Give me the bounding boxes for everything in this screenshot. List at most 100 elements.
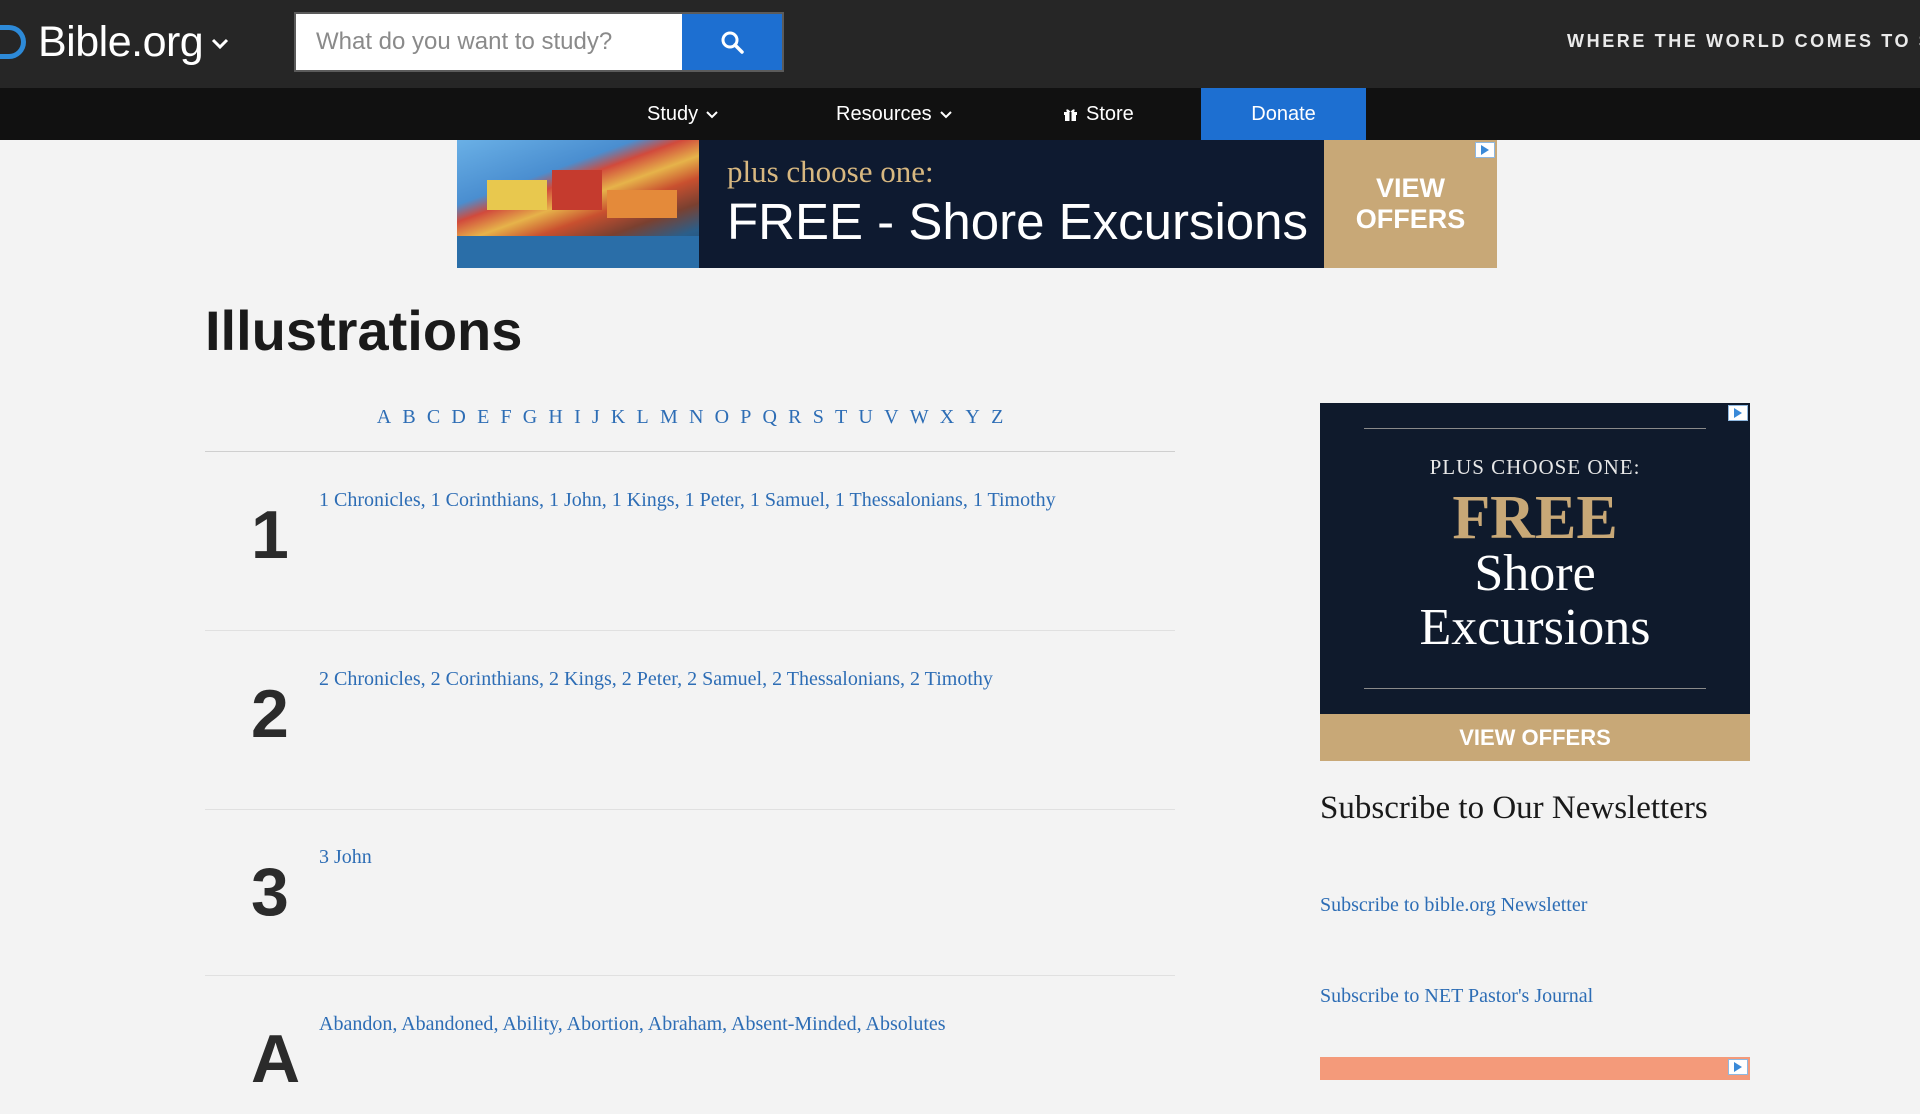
nav-item-label: Store (1086, 102, 1134, 125)
topic-link[interactable]: 1 Timothy (973, 489, 1056, 511)
topic-link[interactable]: 2 Corinthians (431, 668, 539, 690)
section-heading: 1 (251, 497, 289, 573)
topic-link[interactable]: 1 Peter (685, 489, 740, 511)
donate-button[interactable]: Donate (1201, 88, 1366, 140)
alphabet-index: ABCDEFGHIJKLMNOPQRSTUVWXYZ (205, 406, 1175, 452)
alphabet-letter-x[interactable]: X (934, 406, 960, 451)
alphabet-letter-a[interactable]: A (371, 406, 397, 451)
topic-link[interactable]: 1 Corinthians (431, 489, 539, 511)
logo-text: Bible.org (38, 17, 204, 66)
nav-item-label: Resources (836, 102, 932, 125)
adchoices-icon[interactable] (1475, 142, 1495, 158)
tagline: WHERE THE WORLD COMES TO ST (1567, 31, 1920, 51)
topic-link[interactable]: 3 John (319, 846, 372, 868)
nav-item-study[interactable]: Study (647, 88, 718, 140)
sidebar-ad-line1: PLUS CHOOSE ONE: (1429, 455, 1641, 479)
index-section-3: 3 3 John (205, 827, 1175, 976)
ad-subtitle: plus choose one: (727, 154, 934, 189)
alphabet-letter-p[interactable]: P (735, 406, 757, 451)
subscribe-net-pastors-link[interactable]: Subscribe to NET Pastor's Journal (1320, 985, 1593, 1008)
search-input[interactable] (296, 14, 682, 70)
index-section-a: A Abandon, Abandoned, Ability, Abortion,… (205, 994, 1175, 1114)
sidebar-ad-body: Shore Excursions (1320, 547, 1750, 655)
section-links: 2 Chronicles, 2 Corinthians, 2 Kings, 2 … (319, 668, 993, 690)
alphabet-letter-t[interactable]: T (829, 406, 852, 451)
ad-cta-line2: OFFERS (1355, 204, 1466, 234)
subscribe-bible-org-link[interactable]: Subscribe to bible.org Newsletter (1320, 894, 1587, 917)
alphabet-letter-n[interactable]: N (683, 406, 709, 451)
search-icon (721, 31, 744, 54)
logo-mark-icon (0, 25, 26, 59)
nav-item-label: Study (647, 102, 699, 125)
topic-link[interactable]: 1 Samuel (750, 489, 825, 511)
topic-link[interactable]: Absolutes (866, 1013, 946, 1035)
alphabet-letter-q[interactable]: Q (757, 406, 783, 451)
alphabet-letter-w[interactable]: W (904, 406, 934, 451)
alphabet-letter-o[interactable]: O (709, 406, 735, 451)
top-bar: Bible.org WHERE THE WORLD COMES TO ST (0, 0, 1920, 88)
site-logo[interactable]: Bible.org (0, 14, 229, 70)
topic-link[interactable]: 2 Kings (549, 668, 612, 690)
alphabet-letter-l[interactable]: L (631, 406, 654, 451)
chevron-down-icon (939, 107, 952, 122)
alphabet-letter-m[interactable]: M (654, 406, 683, 451)
section-heading: A (251, 1021, 301, 1097)
alphabet-letter-z[interactable]: Z (985, 406, 1008, 451)
index-section-1: 1 1 Chronicles, 1 Corinthians, 1 John, 1… (205, 470, 1175, 631)
topic-link[interactable]: 2 Chronicles (319, 668, 421, 690)
gift-icon (1063, 107, 1078, 122)
sidebar-ad-2[interactable] (1320, 1057, 1750, 1080)
alphabet-letter-u[interactable]: U (853, 406, 879, 451)
index-section-2: 2 2 Chronicles, 2 Corinthians, 2 Kings, … (205, 649, 1175, 810)
section-links: 1 Chronicles, 1 Corinthians, 1 John, 1 K… (319, 489, 1056, 511)
topic-link[interactable]: Abraham (648, 1013, 722, 1035)
search-box (294, 12, 784, 72)
alphabet-letter-y[interactable]: Y (960, 406, 986, 451)
alphabet-letter-f[interactable]: F (495, 406, 517, 451)
alphabet-letter-i[interactable]: I (568, 406, 586, 451)
ad-photo (457, 140, 699, 268)
alphabet-letter-v[interactable]: V (878, 406, 904, 451)
section-heading: 2 (251, 676, 289, 752)
sidebar-ad[interactable]: PLUS CHOOSE ONE: FREE Shore Excursions V… (1320, 403, 1750, 761)
sidebar-ad-view-offers-button[interactable]: VIEW OFFERS (1320, 714, 1750, 761)
ad-view-offers-button[interactable]: VIEW OFFERS (1324, 140, 1497, 268)
adchoices-icon[interactable] (1728, 405, 1748, 421)
topic-link[interactable]: 1 Kings (612, 489, 675, 511)
alphabet-letter-b[interactable]: B (397, 406, 422, 451)
alphabet-letter-j[interactable]: J (586, 406, 605, 451)
alphabet-letter-h[interactable]: H (543, 406, 569, 451)
alphabet-letter-g[interactable]: G (517, 406, 543, 451)
adchoices-icon[interactable] (1728, 1059, 1748, 1075)
topic-link[interactable]: 1 Thessalonians (835, 489, 963, 511)
banner-ad[interactable]: plus choose one: FREE - Shore Excursions… (457, 140, 1497, 268)
topic-link[interactable]: 2 Timothy (910, 668, 993, 690)
topic-link[interactable]: Abandon (319, 1013, 392, 1035)
alphabet-letter-s[interactable]: S (807, 406, 829, 451)
main-nav: Study Resources Store Donate (0, 88, 1920, 140)
nav-item-resources[interactable]: Resources (836, 88, 952, 140)
alphabet-letter-k[interactable]: K (605, 406, 631, 451)
subscribe-heading: Subscribe to Our Newsletters (1320, 790, 1708, 826)
chevron-down-icon (706, 107, 718, 122)
section-heading: 3 (251, 854, 289, 930)
topic-link[interactable]: 2 Thessalonians (772, 668, 900, 690)
topic-link[interactable]: 1 John (549, 489, 602, 511)
alphabet-letter-r[interactable]: R (783, 406, 808, 451)
topic-link[interactable]: Abandoned (401, 1013, 493, 1035)
nav-item-store[interactable]: Store (1063, 88, 1134, 140)
topic-link[interactable]: 2 Peter (622, 668, 677, 690)
page-title: Illustrations (205, 299, 523, 362)
topic-link[interactable]: Abortion (567, 1013, 639, 1035)
topic-link[interactable]: Absent-Minded (731, 1013, 857, 1035)
alphabet-letter-d[interactable]: D (446, 406, 472, 451)
topic-link[interactable]: Ability (502, 1013, 557, 1035)
topic-link[interactable]: 1 Chronicles (319, 489, 421, 511)
alphabet-letter-e[interactable]: E (471, 406, 494, 451)
search-button[interactable] (682, 14, 782, 70)
sidebar-ad-line2: FREE (1452, 484, 1618, 552)
ad-headline: FREE - Shore Excursions (727, 193, 1309, 250)
chevron-down-icon[interactable] (211, 33, 229, 56)
topic-link[interactable]: 2 Samuel (687, 668, 762, 690)
alphabet-letter-c[interactable]: C (421, 406, 446, 451)
